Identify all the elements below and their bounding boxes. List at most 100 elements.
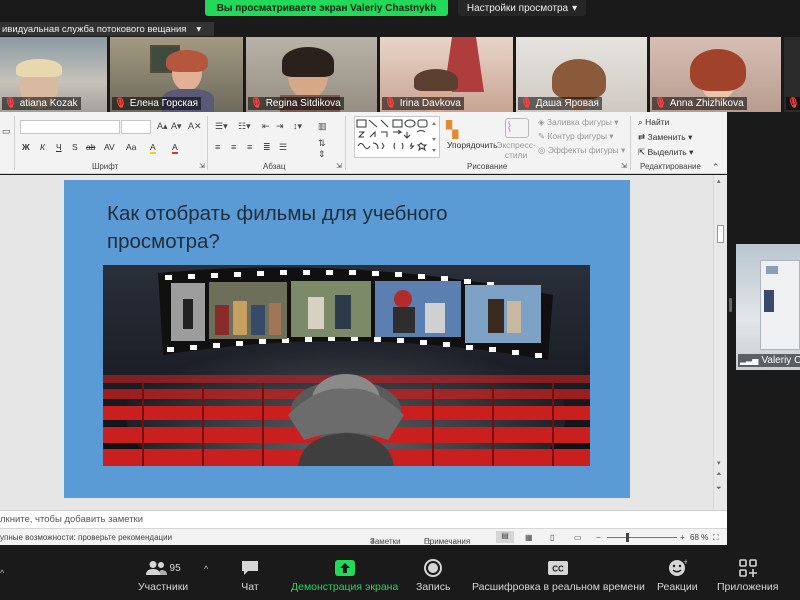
- collapse-ribbon-icon[interactable]: ⌃: [712, 162, 720, 173]
- vertical-scrollbar[interactable]: ▴ ▾ ⏶ ⏷: [713, 175, 727, 510]
- fit-slide-icon[interactable]: ⛶: [713, 533, 719, 543]
- notes-pane[interactable]: лкните, чтобы добавить заметки: [0, 510, 727, 528]
- text-direction-icon[interactable]: ⇅: [318, 138, 326, 149]
- replace-button[interactable]: ⇄ Заменить ▾: [638, 132, 692, 143]
- align-right-icon[interactable]: ≡: [247, 142, 252, 152]
- reactions-button[interactable]: + Реакции: [657, 558, 698, 593]
- decrease-font-icon[interactable]: A▾: [171, 121, 182, 132]
- normal-view-icon[interactable]: ▤: [496, 531, 514, 543]
- mic-muted-icon: 🎙: [384, 98, 397, 109]
- share-screen-icon: [334, 558, 356, 578]
- columns-icon[interactable]: ▥: [318, 121, 327, 132]
- presenter-video[interactable]: ▂▃▅ Valeriy Ch: [736, 244, 800, 370]
- underline-button[interactable]: Ч: [56, 142, 62, 152]
- clipboard-icon[interactable]: ▭: [2, 126, 11, 137]
- closed-captions-icon: CC: [547, 558, 569, 578]
- align-text-icon[interactable]: ⇕: [318, 149, 326, 160]
- scroll-down-icon[interactable]: ▾: [717, 459, 721, 467]
- dialog-launcher-icon[interactable]: ⇲: [199, 162, 205, 170]
- zoom-slider-thumb[interactable]: [626, 533, 629, 542]
- slideshow-icon[interactable]: ▭: [574, 533, 582, 542]
- slide-title[interactable]: Как отобрать фильмы для учебного просмот…: [107, 200, 527, 256]
- slide-editor: Как отобрать фильмы для учебного просмот…: [0, 175, 727, 510]
- cursor-icon: ⇱: [638, 147, 646, 157]
- notes-placeholder: лкните, чтобы добавить заметки: [0, 514, 144, 525]
- strikethrough-button[interactable]: ab: [86, 142, 95, 152]
- slide-sorter-icon[interactable]: ▦: [525, 533, 533, 542]
- chevron-up-icon[interactable]: ^: [0, 568, 4, 578]
- chevron-up-icon[interactable]: ^: [204, 564, 208, 574]
- decrease-indent-icon[interactable]: ⇤: [262, 121, 270, 132]
- chat-button[interactable]: Чат: [240, 558, 260, 593]
- live-transcript-button[interactable]: CC Расшифровка в реальном времени: [472, 558, 645, 593]
- participant-video[interactable]: 🎙: [784, 37, 800, 112]
- select-button[interactable]: ⇱ Выделить ▾: [638, 147, 693, 158]
- view-options-button[interactable]: Настройки просмотра ▾: [458, 0, 586, 16]
- zoom-level[interactable]: 68 %: [690, 533, 708, 542]
- distributed-icon[interactable]: ☰: [279, 142, 287, 153]
- accessibility-status[interactable]: упные возможности: проверьте рекомендаци…: [0, 533, 172, 542]
- dialog-launcher-icon[interactable]: ⇲: [336, 162, 342, 170]
- increase-font-icon[interactable]: A▴: [157, 121, 168, 132]
- scroll-up-icon[interactable]: ▴: [717, 177, 721, 185]
- clear-format-icon[interactable]: A✕: [188, 121, 202, 132]
- mic-muted-icon: 🎙: [250, 98, 263, 109]
- participant-video[interactable]: 🎙 atiana Kozak: [0, 37, 107, 112]
- align-center-icon[interactable]: ≡: [231, 142, 236, 152]
- quick-styles-button[interactable]: Экспресс-стили: [495, 140, 537, 160]
- participants-button[interactable]: 95 Участники: [138, 558, 188, 593]
- line-spacing-icon[interactable]: ↕▾: [293, 121, 302, 132]
- shapes-gallery[interactable]: [354, 116, 440, 158]
- slide[interactable]: Как отобрать фильмы для учебного просмот…: [64, 180, 630, 498]
- zoom-slider[interactable]: [607, 537, 677, 538]
- slide-image[interactable]: [103, 265, 590, 466]
- italic-button[interactable]: К: [40, 142, 45, 152]
- find-button[interactable]: ⌕ Найти: [638, 117, 669, 128]
- ribbon-divider: [630, 116, 631, 170]
- scroll-thumb[interactable]: [717, 225, 724, 243]
- search-icon: ⌕: [638, 117, 643, 127]
- participant-video[interactable]: 🎙 Даша Яровая: [516, 37, 647, 112]
- prev-slide-icon[interactable]: ⏶: [716, 471, 722, 479]
- share-screen-button[interactable]: Демонстрация экрана: [291, 558, 398, 593]
- ribbon-divider: [345, 116, 346, 170]
- participant-video[interactable]: 🎙 Anna Zhizhikova: [650, 37, 781, 112]
- shape-outline-button[interactable]: ✎ Контур фигуры ▾: [538, 131, 614, 142]
- numbering-icon[interactable]: ☷▾: [238, 121, 251, 132]
- mic-muted-icon: 🎙: [787, 98, 800, 109]
- shape-effects-button[interactable]: ◎ Эффекты фигуры ▾: [538, 145, 625, 156]
- align-left-icon[interactable]: ≡: [215, 142, 220, 152]
- dialog-launcher-icon[interactable]: ⇲: [621, 162, 627, 170]
- reading-view-icon[interactable]: ▯: [550, 533, 554, 542]
- bold-button[interactable]: Ж: [22, 142, 30, 152]
- svg-text:+: +: [683, 558, 687, 566]
- apps-button[interactable]: Приложения: [717, 558, 778, 593]
- font-family-select[interactable]: [20, 120, 120, 134]
- record-button[interactable]: Запись: [416, 558, 450, 593]
- shadow-button[interactable]: S: [72, 142, 78, 152]
- next-slide-icon[interactable]: ⏷: [716, 485, 722, 493]
- increase-indent-icon[interactable]: ⇥: [276, 121, 284, 132]
- quick-styles-icon[interactable]: ⌇: [505, 118, 529, 138]
- font-color-button[interactable]: A: [172, 142, 178, 154]
- char-spacing-button[interactable]: AV: [104, 142, 115, 152]
- replace-icon: ⇄: [638, 132, 646, 142]
- presenter-name-tag: ▂▃▅ Valeriy Ch: [738, 354, 800, 367]
- participant-video[interactable]: 🎙 Regina Sitdikova: [246, 37, 377, 112]
- highlight-button[interactable]: A: [150, 142, 156, 154]
- zoom-in-icon[interactable]: +: [680, 533, 685, 542]
- zoom-out-icon[interactable]: −: [596, 533, 601, 542]
- arrange-button[interactable]: Упорядочить: [447, 140, 498, 150]
- shape-fill-button[interactable]: ◈ Заливка фигуры ▾: [538, 117, 618, 128]
- participant-video[interactable]: 🎙 Irina Davkova: [380, 37, 513, 112]
- participant-name-tag: 🎙 Даша Яровая: [518, 97, 602, 110]
- participant-count: 95: [169, 562, 181, 574]
- justify-icon[interactable]: ≣: [263, 142, 271, 153]
- change-case-button[interactable]: Aa: [126, 142, 136, 152]
- participant-name-tag: 🎙 Irina Davkova: [382, 97, 464, 110]
- streaming-service-bar[interactable]: ивидуальная служба потокового вещания ▾: [0, 22, 214, 36]
- bullets-icon[interactable]: ☰▾: [215, 121, 228, 132]
- participant-video[interactable]: 🎙 Елена Горская: [110, 37, 243, 112]
- panel-resize-handle[interactable]: [729, 298, 732, 312]
- font-size-select[interactable]: [121, 120, 151, 134]
